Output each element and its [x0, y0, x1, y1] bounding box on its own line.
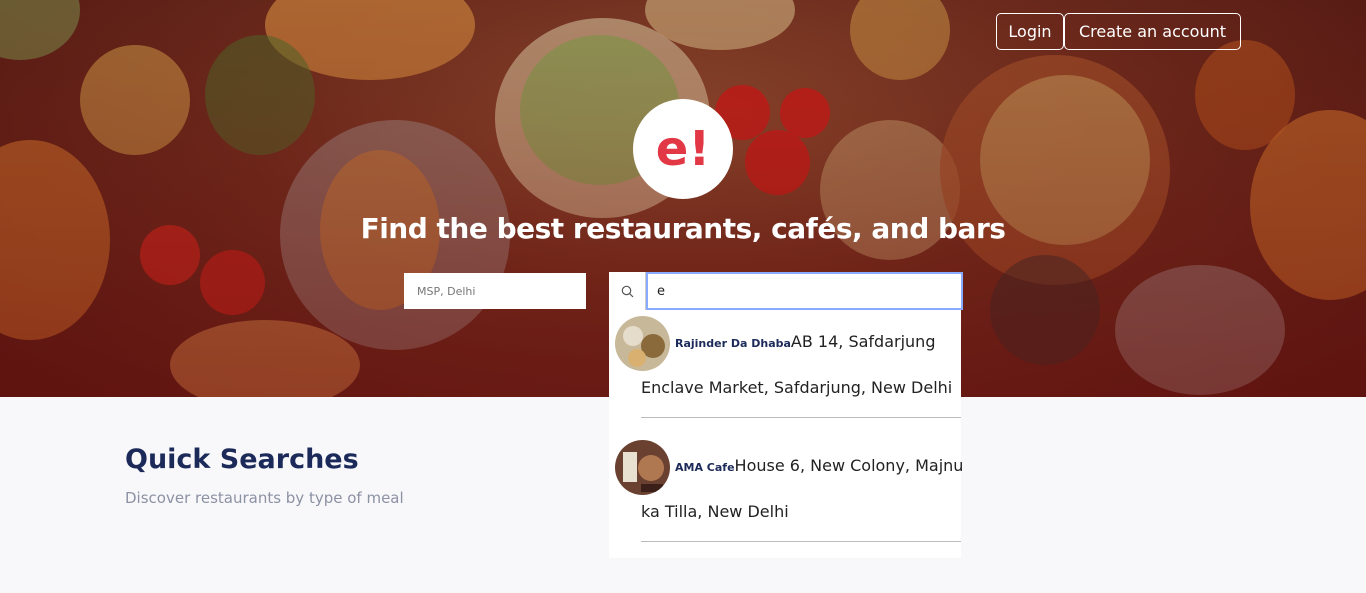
search-icon: [609, 272, 646, 310]
location-input[interactable]: [404, 273, 586, 309]
login-button[interactable]: Login: [996, 13, 1064, 50]
suggestion-address-cont: ka Tilla, New Delhi: [641, 502, 789, 521]
suggestion-item[interactable]: Rajinder Da DhabaAB 14, Safdarjung Encla…: [609, 310, 961, 434]
suggestion-address-cont: Enclave Market, Safdarjung, New Delhi: [641, 378, 953, 397]
logo: e!: [633, 99, 733, 199]
suggestion-address: AB 14, Safdarjung: [790, 332, 936, 351]
suggestion-item[interactable]: AMA CafeHouse 6, New Colony, Majnu ka Ti…: [609, 434, 964, 558]
divider: [641, 417, 961, 418]
quick-searches-title: Quick Searches: [125, 444, 359, 475]
restaurant-thumbnail: [615, 440, 670, 495]
divider: [641, 541, 961, 542]
suggestion-name: Rajinder Da Dhaba: [675, 337, 791, 350]
search-suggestions: Rajinder Da DhabaAB 14, Safdarjung Encla…: [609, 310, 964, 558]
create-account-button[interactable]: Create an account: [1064, 13, 1241, 50]
restaurant-thumbnail: [615, 316, 670, 371]
search-box: [609, 272, 963, 310]
suggestion-name: AMA Cafe: [675, 461, 735, 474]
restaurant-search-input[interactable]: [646, 272, 963, 310]
quick-searches-subtitle: Discover restaurants by type of meal: [125, 489, 404, 507]
suggestion-address: House 6, New Colony, Majnu: [734, 456, 964, 475]
hero-tagline: Find the best restaurants, cafés, and ba…: [360, 212, 1006, 245]
